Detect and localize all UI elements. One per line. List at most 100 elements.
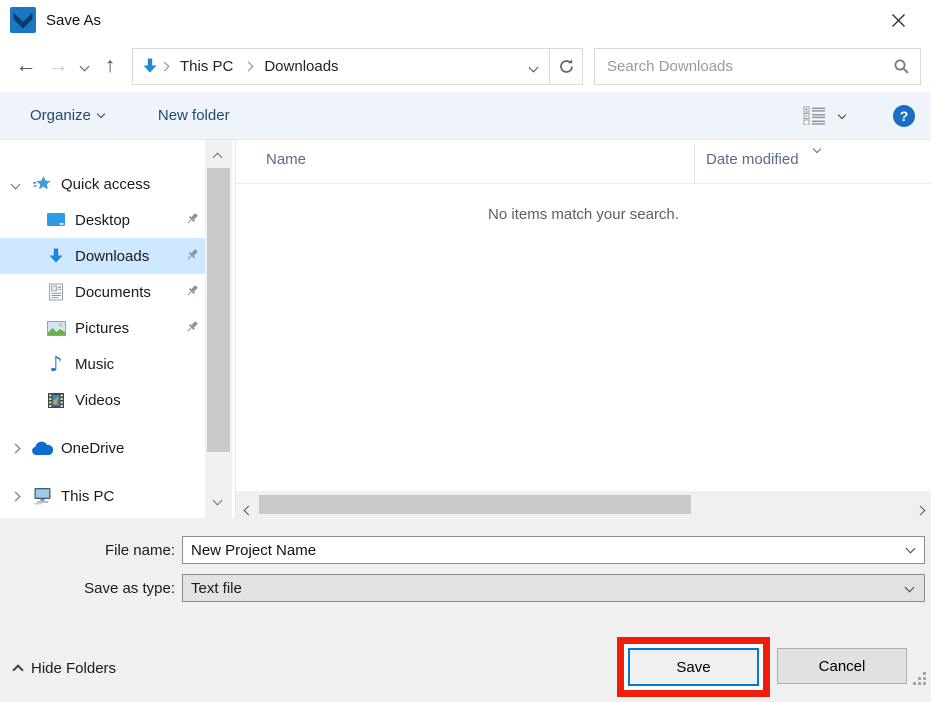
organize-label: Organize	[30, 107, 91, 124]
sidebar-item-label: Videos	[75, 391, 121, 409]
quick-access-star-icon	[30, 175, 54, 193]
save-as-type-value: Text file	[191, 579, 242, 597]
sidebar-item-this-pc[interactable]: This PC	[0, 478, 205, 514]
column-divider[interactable]	[694, 144, 695, 183]
chevron-down-icon	[79, 61, 89, 71]
chevron-down-icon[interactable]	[837, 110, 847, 119]
help-icon: ?	[899, 107, 909, 124]
organize-button[interactable]: Organize	[30, 107, 106, 124]
scrollbar-thumb[interactable]	[207, 168, 230, 452]
navigation-pane: Quick access Desktop Downloads Documents…	[0, 140, 235, 518]
up-button[interactable]: ↑	[94, 50, 126, 82]
view-mode-button[interactable]	[803, 106, 847, 125]
pictures-icon	[44, 320, 68, 336]
file-name-combobox	[182, 536, 925, 564]
scroll-up-icon[interactable]	[212, 148, 223, 165]
videos-film-icon	[44, 392, 68, 409]
expander-chevron-down-icon[interactable]	[0, 179, 30, 189]
sidebar-item-documents[interactable]: Documents	[0, 274, 205, 310]
search-box	[594, 47, 921, 85]
scroll-right-icon[interactable]	[915, 501, 926, 518]
sidebar-item-label: Desktop	[75, 211, 131, 229]
address-bar[interactable]: This PC Downloads	[132, 47, 550, 85]
help-button[interactable]: ?	[893, 104, 915, 127]
search-input[interactable]	[595, 57, 893, 75]
sidebar-item-quick-access[interactable]: Quick access	[0, 166, 205, 202]
sidebar-item-onedrive[interactable]: OneDrive	[0, 430, 205, 466]
title-bar: Save As	[0, 0, 931, 40]
file-name-input[interactable]	[182, 536, 925, 564]
sidebar-item-label: Documents	[75, 283, 151, 301]
bottom-panel: File name: Save as type: Text file Hide …	[0, 518, 931, 702]
forward-button[interactable]: →	[42, 50, 74, 82]
breadcrumb-downloads[interactable]: Downloads	[254, 58, 348, 75]
music-note-icon: ♪	[49, 351, 63, 376]
hide-folders-button[interactable]: Hide Folders	[12, 660, 117, 677]
search-icon	[893, 58, 910, 75]
sidebar-item-videos[interactable]: Videos	[0, 382, 205, 418]
scroll-down-icon[interactable]	[212, 491, 223, 508]
save-as-type-select[interactable]: Text file	[182, 574, 925, 602]
pin-icon	[185, 284, 199, 302]
close-button[interactable]	[885, 7, 911, 33]
downloads-icon	[44, 247, 68, 265]
chevron-down-icon	[904, 582, 915, 593]
app-logo-icon	[10, 7, 36, 33]
column-header-name[interactable]: Name	[266, 151, 306, 168]
pin-icon	[185, 212, 199, 230]
chevron-down-icon	[96, 109, 106, 119]
new-folder-button[interactable]: New folder	[158, 107, 230, 124]
resize-grip[interactable]	[913, 672, 927, 686]
refresh-icon	[559, 58, 573, 73]
breadcrumb-this-pc[interactable]: This PC	[170, 58, 243, 75]
save-as-type-label: Save as type:	[84, 579, 175, 597]
hide-folders-label: Hide Folders	[31, 660, 117, 677]
forward-arrow-icon: →	[47, 54, 69, 77]
sidebar-item-desktop[interactable]: Desktop	[0, 202, 205, 238]
documents-icon	[44, 283, 68, 301]
column-header-date-modified[interactable]: Date modified	[706, 151, 799, 168]
refresh-button[interactable]	[550, 47, 583, 85]
up-arrow-icon: ↑	[104, 54, 116, 77]
save-button[interactable]: Save	[628, 648, 759, 686]
sidebar-item-pictures[interactable]: Pictures	[0, 310, 205, 346]
column-headers: Name Date modified	[236, 140, 931, 184]
address-dropdown-chevron[interactable]	[528, 58, 539, 75]
expander-chevron-right-icon[interactable]	[0, 443, 30, 453]
scroll-left-icon[interactable]	[243, 501, 254, 518]
save-button-label: Save	[676, 658, 711, 676]
sidebar-item-music[interactable]: ♪ Music	[0, 346, 205, 382]
navigation-bar: ← → ↑ This PC Downloads	[0, 40, 931, 92]
expander-chevron-right-icon[interactable]	[0, 491, 30, 501]
folder-tree: Quick access Desktop Downloads Documents…	[0, 140, 205, 514]
back-button[interactable]: ←	[10, 50, 42, 82]
file-list: Name Date modified No items match your s…	[235, 140, 931, 518]
details-view-icon	[803, 106, 825, 125]
file-name-label: File name:	[104, 541, 175, 559]
window-title: Save As	[46, 11, 102, 29]
save-as-dialog: Save As ← → ↑ This PC Downloads Search D…	[0, 0, 931, 702]
close-icon	[891, 13, 905, 27]
pin-icon	[185, 320, 199, 338]
onedrive-cloud-icon	[30, 441, 54, 456]
red-annotation-box: Save	[617, 637, 770, 697]
empty-folder-message: No items match your search.	[488, 206, 679, 223]
scrollbar-thumb[interactable]	[259, 495, 691, 514]
sidebar-item-label: Music	[75, 355, 115, 373]
cancel-button-label: Cancel	[818, 657, 866, 675]
sidebar-item-label: Pictures	[75, 319, 130, 337]
horizontal-scrollbar[interactable]	[236, 491, 931, 518]
new-folder-label: New folder	[157, 107, 230, 124]
sidebar-item-label: Quick access	[61, 175, 151, 193]
cancel-button[interactable]: Cancel	[777, 648, 907, 684]
sort-chevron-icon	[812, 139, 822, 156]
back-arrow-icon: ←	[15, 54, 37, 77]
recent-locations-button[interactable]	[74, 50, 94, 82]
sidebar-item-label: This PC	[61, 487, 115, 505]
chevron-up-icon	[12, 664, 24, 676]
sidebar-item-label: OneDrive	[61, 439, 125, 457]
sidebar-item-downloads[interactable]: Downloads	[0, 238, 205, 274]
sidebar-item-label: Downloads	[75, 247, 150, 265]
command-toolbar: Organize New folder ?	[0, 92, 931, 140]
sidebar-scrollbar[interactable]	[205, 140, 232, 518]
